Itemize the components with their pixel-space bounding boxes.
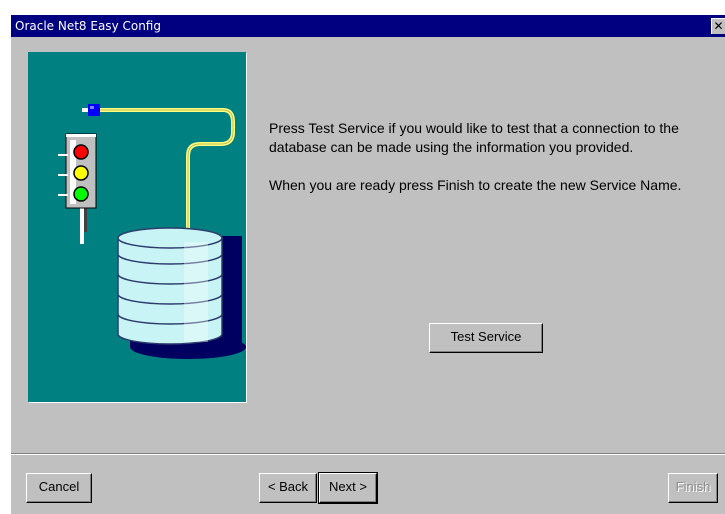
next-button[interactable]: Next > — [318, 472, 378, 504]
wizard-window: Oracle Net8 Easy Config ✕ Press Test Ser… — [10, 14, 725, 514]
database-icon — [117, 227, 246, 359]
instructions-paragraph-test: Press Test Service if you would like to … — [269, 120, 679, 155]
instructions-paragraph-finish: When you are ready press Finish to creat… — [269, 177, 682, 193]
test-service-button[interactable]: Test Service — [429, 323, 543, 353]
footer-separator — [11, 453, 725, 455]
cancel-button[interactable]: Cancel — [26, 473, 92, 503]
close-icon: ✕ — [713, 19, 724, 33]
close-button[interactable]: ✕ — [711, 18, 725, 34]
wizard-illustration — [28, 52, 246, 402]
traffic-light-icon — [58, 133, 97, 244]
window-title: Oracle Net8 Easy Config — [15, 19, 161, 33]
title-bar[interactable]: Oracle Net8 Easy Config ✕ — [11, 15, 725, 37]
back-button[interactable]: < Back — [259, 473, 317, 503]
network-plug-icon — [82, 104, 100, 116]
illustration-graphic — [58, 104, 246, 359]
instructions-text: Press Test Service if you would like to … — [269, 119, 689, 214]
finish-button: Finish — [668, 473, 718, 503]
